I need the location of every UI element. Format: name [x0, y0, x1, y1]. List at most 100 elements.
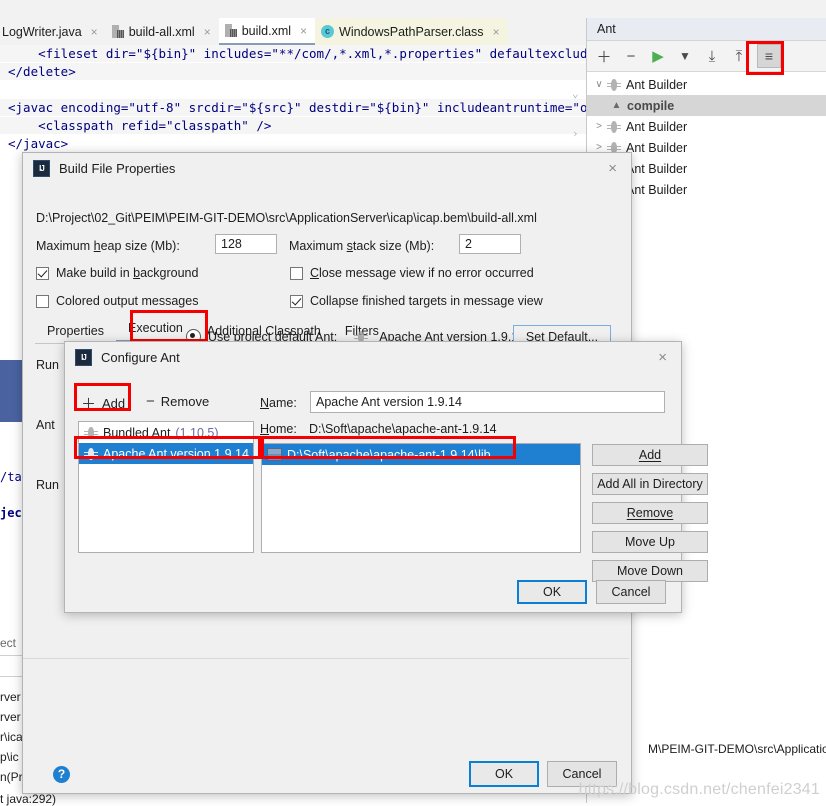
ant-tree-node-target-compile[interactable]: ▲ compile — [587, 95, 826, 116]
editor-tab-bar[interactable]: LogWriter.java × build-all.xml × build.x… — [0, 18, 586, 46]
chevron-down-icon[interactable]: ∨ — [591, 79, 607, 90]
checkbox-icon — [290, 267, 303, 280]
configure-ant-ok-button[interactable]: OK — [517, 580, 587, 604]
ok-button-label: OK — [543, 585, 561, 599]
run-under-jdk-label: Run — [36, 478, 59, 492]
checkbox-label: Colored output messages — [56, 294, 198, 308]
ant-installation-label: Apache Ant version 1.9.14 — [103, 447, 249, 461]
heap-size-input[interactable]: 128 — [215, 234, 277, 254]
classpath-move-up-label: Move Up — [625, 535, 675, 549]
ant-classpath-list[interactable]: D:\Soft\apache\apache-ant-1.9.14\lib — [261, 443, 581, 553]
ant-installation-row-bundled[interactable]: Bundled Ant (1.10.5) — [79, 422, 253, 443]
xml-file-icon — [112, 25, 124, 38]
minus-icon: − — [146, 393, 155, 410]
build-file-properties-titlebar: IJ Build File Properties × — [23, 153, 631, 183]
classpath-remove-label: Remove — [627, 506, 674, 520]
tab-execution[interactable]: Execution — [116, 316, 195, 343]
ant-installations-list[interactable]: Bundled Ant (1.10.5) Apache Ant version … — [78, 421, 254, 553]
ant-classpath-row-lib[interactable]: D:\Soft\apache\apache-ant-1.9.14\lib — [262, 444, 580, 465]
colored-output-messages-checkbox[interactable]: Colored output messages — [36, 294, 198, 308]
close-icon[interactable]: × — [650, 349, 675, 366]
tab-label: Properties — [47, 324, 104, 338]
code-line: <classpath refid="classpath" /> — [8, 118, 271, 133]
classpath-add-all-in-directory-button[interactable]: Add All in Directory — [592, 473, 708, 495]
properties-sliders-icon: ≡ — [765, 48, 773, 64]
classpath-add-all-label: Add All in Directory — [597, 477, 703, 491]
chevron-right-icon[interactable]: › — [572, 127, 579, 140]
close-icon[interactable]: × — [493, 25, 500, 39]
close-icon[interactable]: × — [600, 160, 625, 177]
ant-tool-window-header: Ant — [587, 18, 826, 41]
background-path-fragment: M\PEIM-GIT-DEMO\src\Applicatio — [648, 742, 826, 756]
remove-ant-installation-button[interactable]: − Remove — [146, 393, 209, 410]
collapse-finished-targets-checkbox[interactable]: Collapse finished targets in message vie… — [290, 294, 543, 308]
make-build-in-background-checkbox[interactable]: Make build in background — [36, 266, 198, 280]
background-text-fragment: ect — [0, 636, 16, 650]
play-icon: ▶ — [652, 47, 664, 65]
watermark: https://blog.csdn.net/chenfei2341 — [579, 781, 820, 799]
ant-name-input[interactable]: Apache Ant version 1.9.14 — [310, 391, 665, 413]
add-build-file-button[interactable]: ＋ — [592, 44, 616, 68]
code-line: </javac> — [8, 136, 68, 151]
configure-ant-titlebar: IJ Configure Ant × — [65, 342, 681, 372]
code-line-highlight — [0, 63, 586, 80]
background-text-fragment: p\ic — [0, 750, 19, 764]
ant-tool-window-title: Ant — [597, 22, 616, 36]
close-icon[interactable]: × — [91, 25, 98, 39]
ant-tree-node-label: Ant Builder — [626, 120, 687, 134]
filter-targets-button[interactable]: ▼ — [673, 44, 697, 68]
close-icon[interactable]: × — [204, 25, 211, 39]
editor-tab-build-all-xml[interactable]: build-all.xml × — [106, 18, 219, 45]
classpath-move-up-button[interactable]: Move Up — [592, 531, 708, 553]
editor-tab-build-xml[interactable]: build.xml × — [219, 18, 315, 45]
remove-build-file-button[interactable]: − — [619, 44, 643, 68]
xml-file-icon — [225, 24, 237, 37]
ant-toolbar[interactable]: ＋ − ▶ ▼ ⤓ ⤒ ≡ — [587, 41, 826, 72]
expand-all-button[interactable]: ⤓ — [700, 44, 724, 68]
home-label: Home: — [260, 422, 297, 436]
ide-window: LogWriter.java × build-all.xml × build.x… — [0, 0, 826, 803]
checkbox-label: Collapse finished targets in message vie… — [310, 294, 543, 308]
classpath-add-label: Add — [639, 448, 661, 462]
ant-command-line-label: Ant — [36, 418, 55, 432]
folder-icon — [267, 448, 282, 461]
close-message-view-checkbox[interactable]: Close message view if no error occurred — [290, 266, 534, 280]
stack-size-input[interactable]: 2 — [459, 234, 521, 254]
class-file-icon: c — [321, 25, 334, 38]
chevron-down-icon[interactable]: ⌄ — [572, 87, 579, 100]
build-file-properties-button[interactable]: ≡ — [757, 44, 781, 68]
cancel-button-label: Cancel — [563, 767, 602, 781]
code-line: </delete> — [8, 64, 76, 79]
background-text-fragment: rver — [0, 710, 21, 724]
classpath-add-button[interactable]: Add — [592, 444, 708, 466]
ant-installation-row-apache-1-9-14[interactable]: Apache Ant version 1.9.14 — [79, 443, 253, 464]
ant-tree-node-builder[interactable]: ∨ Ant Builder — [587, 74, 826, 95]
ant-icon — [607, 78, 621, 92]
editor-tab-logwriter[interactable]: LogWriter.java × — [0, 18, 106, 45]
ant-tree-node-builder[interactable]: > Ant Builder — [587, 116, 826, 137]
run-with-ant-label: Run — [36, 358, 59, 372]
editor-tab-windowspathparser-class[interactable]: c WindowsPathParser.class × — [315, 18, 508, 45]
ant-tree-node-label: Ant Builder — [626, 183, 687, 197]
add-ant-installation-button[interactable]: ＋ Add — [81, 393, 125, 414]
ok-button-label: OK — [495, 767, 513, 781]
ant-icon — [607, 120, 621, 134]
classpath-remove-button[interactable]: Remove — [592, 502, 708, 524]
ant-tree-node-label: Ant Builder — [626, 162, 687, 176]
filter-icon: ▼ — [679, 49, 691, 63]
help-button[interactable]: ? — [53, 766, 70, 783]
run-build-button[interactable]: ▶ — [646, 44, 670, 68]
ant-tree-node-label: compile — [627, 99, 674, 113]
classpath-move-down-button[interactable]: Move Down — [592, 560, 708, 582]
tab-label: Execution — [128, 321, 183, 335]
configure-ant-cancel-button[interactable]: Cancel — [596, 580, 666, 604]
intellij-logo-icon: IJ — [33, 160, 50, 177]
close-icon[interactable]: × — [300, 24, 307, 38]
build-file-properties-ok-button[interactable]: OK — [469, 761, 539, 787]
collapse-all-button[interactable]: ⤒ — [727, 44, 751, 68]
ant-home-value: D:\Soft\apache\apache-ant-1.9.14 — [309, 422, 497, 436]
background-code-fragment: /ta — [0, 470, 22, 484]
chevron-right-icon[interactable]: > — [591, 121, 607, 132]
divider — [23, 658, 629, 659]
tab-properties[interactable]: Properties — [35, 319, 116, 343]
